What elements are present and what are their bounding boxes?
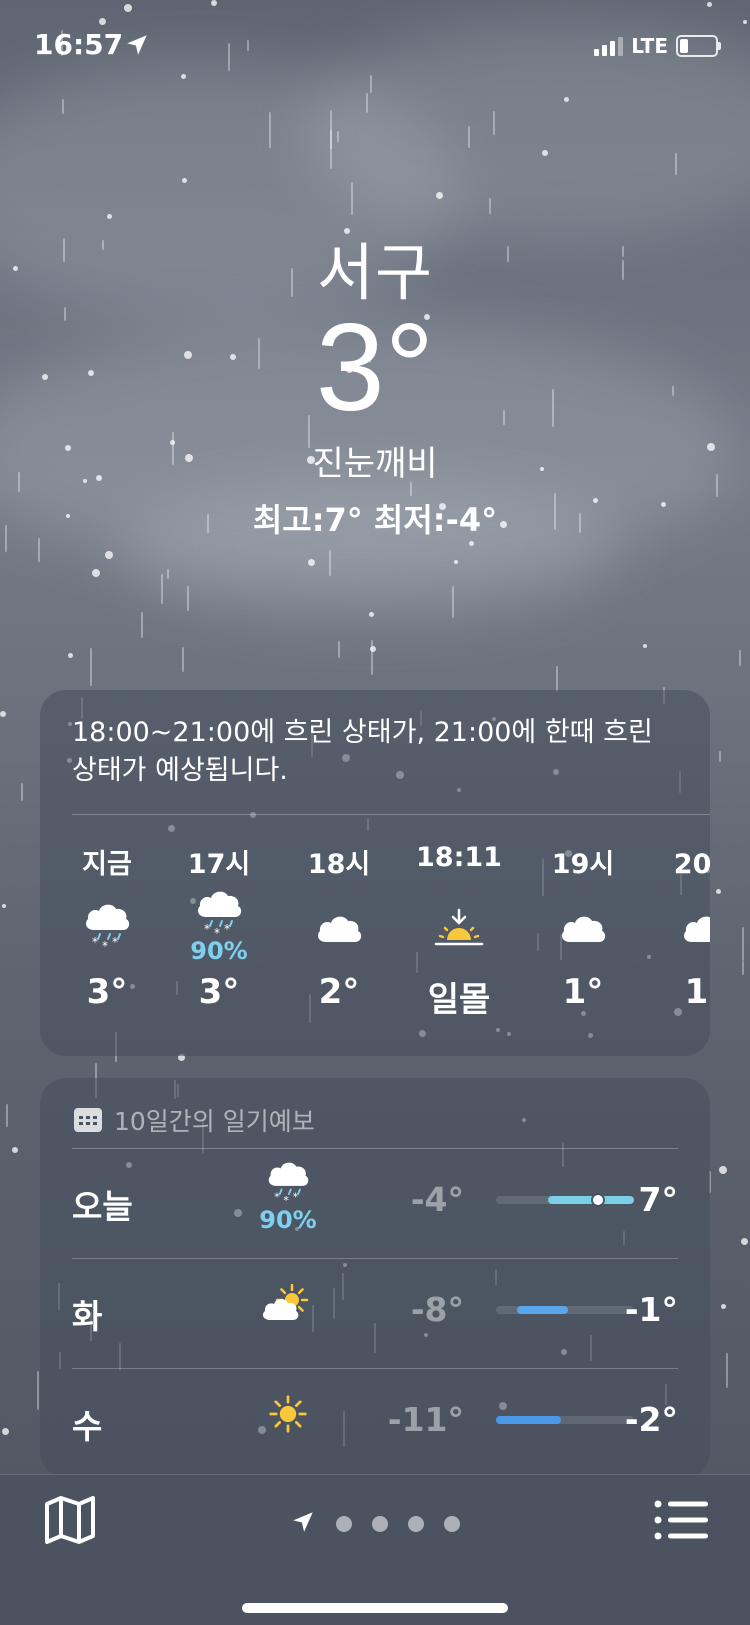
high-low-temperature: 최고:7° 최저:-4° bbox=[252, 501, 498, 539]
day-label: 수 bbox=[72, 1407, 103, 1446]
svg-text:*: * bbox=[224, 922, 230, 936]
page-dot[interactable] bbox=[372, 1516, 388, 1532]
temperature-range-fill bbox=[548, 1196, 634, 1204]
signal-icon bbox=[594, 36, 624, 56]
hour-label: 20시 bbox=[673, 849, 710, 880]
current-temperature: 3° bbox=[315, 299, 435, 437]
hour-icon-wrap bbox=[284, 888, 394, 968]
ten-day-title: 10일간의 일기예보 bbox=[74, 1102, 315, 1138]
list-icon bbox=[654, 1500, 708, 1540]
precip-chance: 90% bbox=[259, 1206, 317, 1234]
sunset-icon bbox=[434, 908, 484, 948]
status-indicators: LTE bbox=[594, 34, 721, 58]
sleet-icon: * * * bbox=[82, 904, 132, 953]
day-row[interactable]: 화 -8° -1° bbox=[72, 1258, 678, 1368]
hour-icon-wrap bbox=[528, 888, 638, 968]
network-type: LTE bbox=[631, 34, 668, 58]
bottom-toolbar bbox=[0, 1474, 750, 1625]
page-dot[interactable] bbox=[336, 1516, 352, 1532]
day-label: 오늘 bbox=[72, 1187, 133, 1226]
day-icon-wrap bbox=[248, 1283, 328, 1324]
hour-icon-wrap: * * * bbox=[52, 888, 162, 968]
sleet-icon: * * * bbox=[194, 891, 244, 940]
day-icon-wrap: * * * 90% bbox=[248, 1162, 328, 1234]
location-arrow-icon[interactable] bbox=[290, 1509, 316, 1539]
temperature-range-bar bbox=[496, 1195, 634, 1205]
cloud-icon bbox=[314, 912, 364, 944]
high-temperature: 7° bbox=[638, 1180, 678, 1219]
ten-day-title-label: 10일간의 일기예보 bbox=[114, 1107, 315, 1136]
svg-text:*: * bbox=[102, 939, 108, 952]
calendar-icon bbox=[74, 1108, 102, 1132]
hour-column: 지금 * * * 3° bbox=[52, 842, 162, 1012]
hour-temperature: 2° bbox=[318, 972, 360, 1012]
cloud-icon bbox=[558, 912, 608, 944]
hour-temperature: 3° bbox=[198, 972, 240, 1012]
hour-column: 20시 1° bbox=[650, 842, 710, 1012]
status-bar: 16:57 LTE bbox=[0, 28, 750, 64]
day-icon-wrap bbox=[248, 1394, 328, 1434]
current-weather-header: 서구 3° 진눈깨비 최고:7° 최저:-4° bbox=[0, 222, 750, 541]
current-condition: 진눈깨비 bbox=[312, 444, 438, 484]
page-indicator[interactable] bbox=[0, 1509, 750, 1539]
hour-temperature: 1° bbox=[684, 972, 710, 1012]
hour-icon-wrap: * * * 90% bbox=[164, 888, 274, 968]
temperature-range-bar bbox=[496, 1416, 634, 1424]
divider bbox=[72, 814, 710, 815]
ten-day-forecast-card[interactable]: 10일간의 일기예보 오늘 * * * 90% -4° 7° 화 -8° -1°… bbox=[40, 1078, 710, 1478]
temperature-range-fill bbox=[496, 1416, 561, 1424]
forecast-summary: 18:00~21:00에 흐린 상태가, 21:00에 한때 흐린 상태가 예상… bbox=[72, 717, 653, 786]
high-temperature: -2° bbox=[624, 1400, 678, 1439]
low-temperature: -11° bbox=[387, 1400, 464, 1439]
hour-column: 17시 * * * 90% 3° bbox=[164, 842, 274, 1012]
high-temperature: -1° bbox=[624, 1290, 678, 1329]
page-dot[interactable] bbox=[408, 1516, 424, 1532]
svg-text:*: * bbox=[92, 935, 98, 949]
svg-text:*: * bbox=[112, 935, 118, 949]
battery-icon bbox=[676, 35, 721, 57]
day-row[interactable]: 오늘 * * * 90% -4° 7° bbox=[72, 1148, 678, 1258]
home-indicator[interactable] bbox=[242, 1603, 508, 1613]
page-dot[interactable] bbox=[444, 1516, 460, 1532]
hour-icon-wrap bbox=[650, 888, 710, 968]
location-list-button[interactable] bbox=[654, 1499, 708, 1545]
status-time: 16:57 bbox=[34, 28, 124, 61]
svg-text:*: * bbox=[293, 1191, 299, 1204]
temperature-range-fill bbox=[516, 1306, 568, 1314]
precip-chance: 90% bbox=[190, 937, 248, 965]
partly-sunny-icon bbox=[248, 1283, 328, 1324]
hour-label: 19시 bbox=[551, 849, 615, 880]
hour-column: 19시 1° bbox=[528, 842, 638, 1012]
day-row[interactable]: 수 -11° -2° bbox=[72, 1368, 678, 1478]
svg-text:*: * bbox=[274, 1191, 280, 1204]
low-temperature: -8° bbox=[410, 1290, 464, 1329]
svg-text:*: * bbox=[283, 1194, 289, 1206]
hour-icon-wrap bbox=[404, 888, 514, 968]
hour-label: 지금 bbox=[82, 849, 132, 880]
svg-text:*: * bbox=[204, 922, 210, 936]
hour-label: 18시 bbox=[307, 849, 371, 880]
hour-temperature: 3° bbox=[86, 972, 128, 1012]
day-label: 화 bbox=[72, 1297, 103, 1336]
temperature-range-bar bbox=[496, 1306, 634, 1314]
hour-temperature: 일몰 bbox=[427, 980, 491, 1020]
hour-label: 17시 bbox=[187, 849, 251, 880]
sun-icon bbox=[248, 1394, 328, 1434]
location-arrow-icon bbox=[124, 32, 150, 62]
low-temperature: -4° bbox=[410, 1180, 464, 1219]
hour-column: 18시 2° bbox=[284, 842, 394, 1012]
sleet-icon: * * * bbox=[248, 1162, 328, 1207]
hour-column: 18:11 일몰 bbox=[404, 842, 514, 1021]
hour-temperature: 1° bbox=[562, 972, 604, 1012]
cloud-icon bbox=[680, 912, 710, 944]
hourly-forecast-card[interactable]: 18:00~21:00에 흐린 상태가, 21:00에 한때 흐린 상태가 예상… bbox=[40, 690, 710, 1056]
hour-label: 18:11 bbox=[416, 842, 502, 873]
